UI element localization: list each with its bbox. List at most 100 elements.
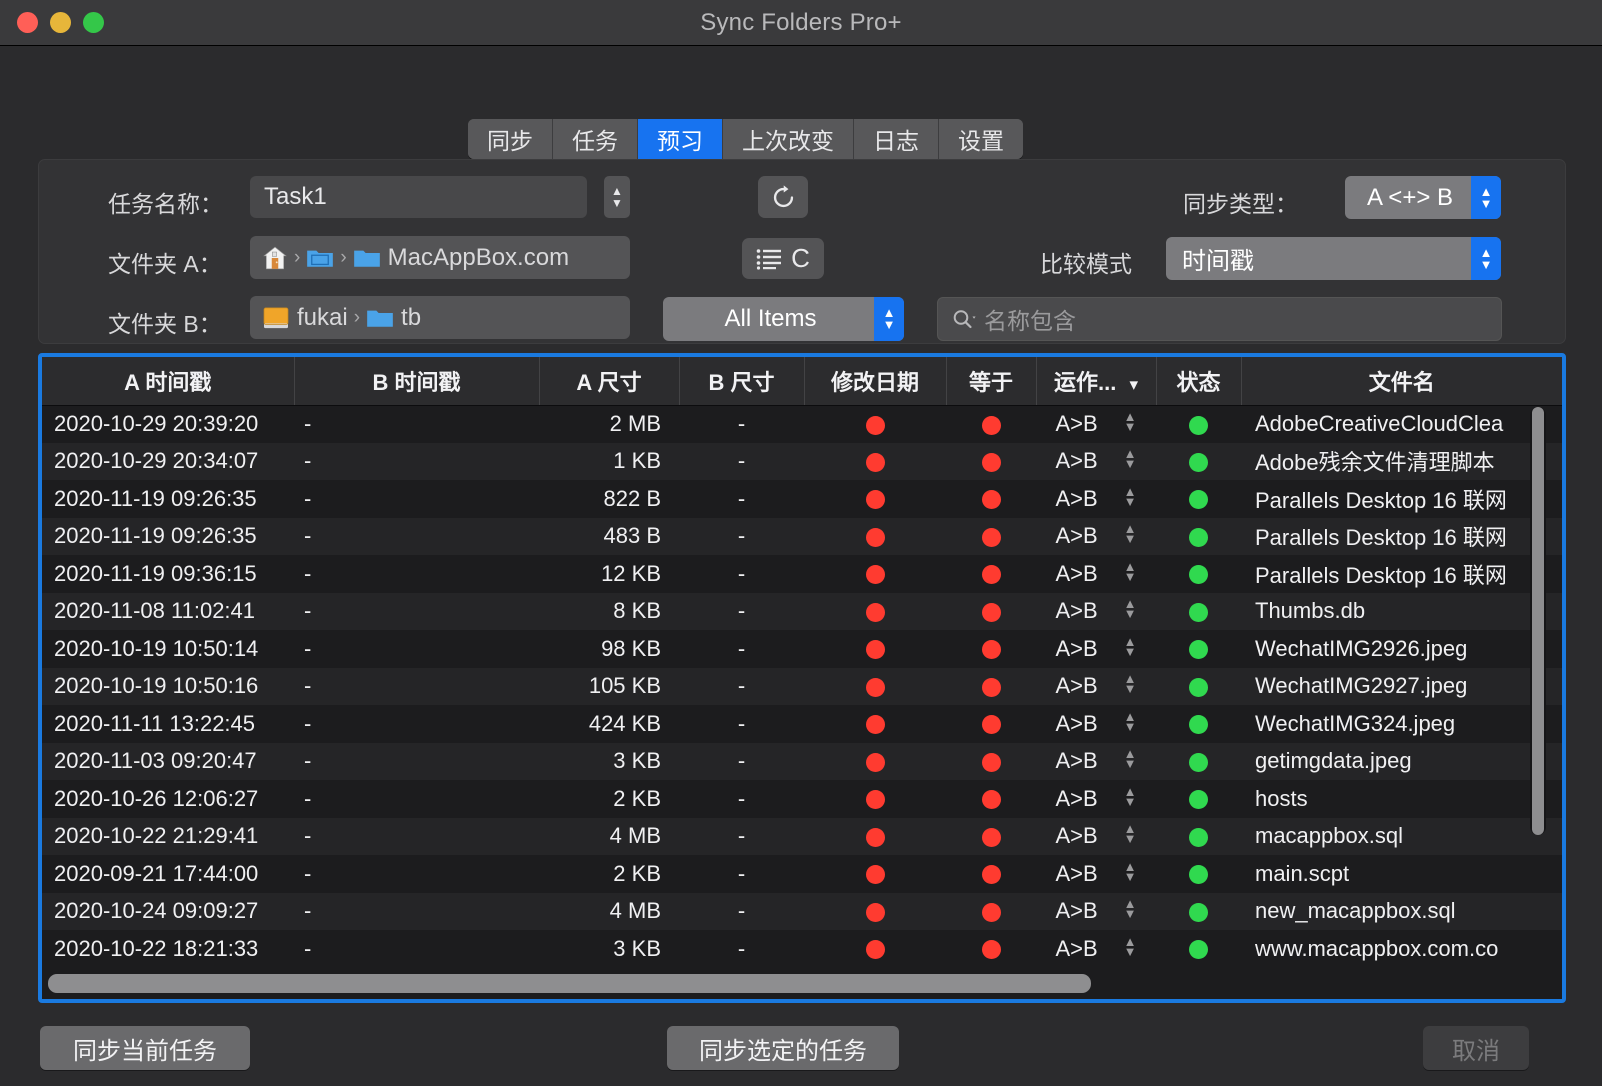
action-stepper-icon[interactable]: ▲ ▼	[1124, 897, 1137, 920]
cell-equal-indicator	[946, 480, 1036, 518]
task-name-input[interactable]: Task1	[250, 176, 587, 218]
column-header-a-timestamp[interactable]: A 时间戳	[42, 357, 295, 406]
minimize-button[interactable]	[50, 12, 71, 33]
cell-equal-indicator	[946, 443, 1036, 481]
action-stepper-icon[interactable]: ▲ ▼	[1124, 635, 1137, 658]
status-dot-red	[865, 415, 885, 435]
table-row[interactable]: 2020-10-29 20:39:20 - 2 MB - A>B ▲ ▼ AdobeCreat…	[42, 405, 1562, 443]
status-dot-red	[981, 565, 1001, 585]
task-name-stepper[interactable]: ▲ ▼	[604, 176, 630, 218]
vertical-scrollbar-thumb[interactable]	[1532, 407, 1544, 835]
action-stepper-icon[interactable]: ▲ ▼	[1124, 485, 1137, 508]
folder-b-path-field[interactable]: fukai › tb	[250, 296, 630, 339]
action-stepper-icon[interactable]: ▲ ▼	[1124, 785, 1137, 808]
status-dot-red	[981, 490, 1001, 510]
action-stepper-icon[interactable]: ▲ ▼	[1124, 597, 1137, 620]
tab-log[interactable]: 日志	[854, 119, 939, 159]
horizontal-scrollbar-thumb[interactable]	[48, 974, 1091, 993]
table-row[interactable]: 2020-11-19 09:36:15 - 12 KB - A>B ▲ ▼ Parallels…	[42, 555, 1562, 593]
vertical-scrollbar[interactable]	[1530, 407, 1546, 835]
column-header-filename[interactable]: 文件名	[1241, 357, 1562, 406]
status-dot-red	[865, 490, 885, 510]
table-row[interactable]: 2020-09-21 17:44:00 - 2 KB - A>B ▲ ▼ main.scpt	[42, 855, 1562, 893]
tab-settings[interactable]: 设置	[939, 119, 1023, 159]
action-stepper-icon[interactable]: ▲ ▼	[1124, 410, 1137, 433]
status-dot-red	[865, 902, 885, 922]
table-row[interactable]: 2020-10-29 20:34:07 - 1 KB - A>B ▲ ▼ Adobe残余文件清…	[42, 442, 1562, 481]
column-header-b-size[interactable]: B 尺寸	[679, 357, 805, 406]
refresh-button[interactable]	[758, 176, 808, 218]
sync-current-task-button[interactable]: 同步当前任务	[40, 1026, 250, 1070]
status-dot-red	[865, 715, 885, 735]
tab-preview[interactable]: 预习	[638, 119, 723, 159]
cell-a-timestamp: 2020-10-24 09:09:27	[54, 898, 259, 924]
cell-filename: hosts	[1255, 785, 1308, 811]
compare-mode-label: 比较模式	[1040, 251, 1132, 277]
action-stepper-icon[interactable]: ▲ ▼	[1124, 710, 1137, 733]
action-direction-label: A>B	[1055, 710, 1098, 736]
path-segment-macappbox[interactable]: MacAppBox.com	[353, 244, 569, 272]
tab-last-change[interactable]: 上次改变	[723, 119, 854, 159]
action-stepper-icon[interactable]: ▲ ▼	[1124, 672, 1137, 695]
items-filter-select[interactable]: All Items ▲ ▼	[663, 297, 904, 341]
external-disk-icon	[263, 306, 289, 328]
action-stepper-icon[interactable]: ▲ ▼	[1124, 935, 1137, 958]
table-row[interactable]: 2020-10-24 09:09:27 - 4 MB - A>B ▲ ▼ new_macapp…	[42, 892, 1562, 930]
path-chevron-icon-1: ›	[294, 246, 301, 268]
column-header-action[interactable]: 运作... ▾	[1036, 357, 1157, 406]
status-dot-red	[981, 640, 1001, 660]
status-dot-green	[1189, 715, 1208, 735]
tab-tasks[interactable]: 任务	[553, 119, 638, 159]
status-dot-green	[1189, 565, 1208, 585]
table-row[interactable]: 2020-11-19 09:26:35 - 822 B - A>B ▲ ▼ Parallels…	[42, 480, 1562, 518]
folder-a-label: 文件夹 A：	[108, 251, 222, 277]
path-segment-documents[interactable]	[306, 247, 334, 269]
table-row[interactable]: 2020-10-22 18:21:33 - 3 KB - A>B ▲ ▼ www.macapp…	[42, 930, 1562, 968]
chevron-down-icon[interactable]: ▾	[1129, 375, 1138, 394]
action-stepper-icon[interactable]: ▲ ▼	[1124, 822, 1137, 845]
path-segment-tb[interactable]: tb	[366, 304, 421, 332]
action-stepper-icon[interactable]: ▲ ▼	[1124, 747, 1137, 770]
cell-a-size: 105 KB	[588, 673, 661, 699]
cell-equal-indicator	[946, 855, 1036, 893]
table-row[interactable]: 2020-10-19 10:50:14 - 98 KB - A>B ▲ ▼ WechatIMG…	[42, 630, 1562, 668]
status-dot-green	[1189, 602, 1208, 622]
action-stepper-icon[interactable]: ▲ ▼	[1124, 522, 1137, 545]
compare-mode-select[interactable]: 时间戳 ▲ ▼	[1166, 237, 1501, 280]
cell-b-timestamp: -	[304, 748, 312, 774]
cell-b-timestamp: -	[304, 935, 312, 961]
cell-modified-indicator	[804, 405, 946, 443]
action-stepper-icon[interactable]: ▲ ▼	[1124, 560, 1137, 583]
table-row[interactable]: 2020-10-22 21:29:41 - 4 MB - A>B ▲ ▼ macappbox.…	[42, 817, 1562, 855]
column-header-a-size[interactable]: A 尺寸	[539, 357, 680, 406]
close-button[interactable]	[17, 12, 38, 33]
path-segment-home[interactable]	[262, 245, 288, 271]
tab-sync[interactable]: 同步	[468, 119, 553, 159]
table-row[interactable]: 2020-11-11 13:22:45 - 424 KB - A>B ▲ ▼ WechatIM…	[42, 705, 1562, 743]
sync-selected-task-button[interactable]: 同步选定的任务	[667, 1026, 899, 1070]
path-segment-disk[interactable]: fukai	[262, 304, 348, 332]
folder-a-name: MacAppBox.com	[387, 243, 570, 271]
table-row[interactable]: 2020-10-19 10:50:16 - 105 KB - A>B ▲ ▼ WechatIM…	[42, 667, 1562, 705]
column-header-b-timestamp[interactable]: B 时间戳	[294, 357, 540, 406]
column-header-equal[interactable]: 等于	[946, 357, 1037, 406]
action-stepper-icon[interactable]: ▲ ▼	[1124, 860, 1137, 883]
cell-b-size: -	[737, 523, 746, 549]
cell-filename: getimgdata.jpeg	[1255, 748, 1412, 774]
action-stepper-icon[interactable]: ▲ ▼	[1124, 447, 1137, 470]
table-row[interactable]: 2020-11-08 11:02:41 - 8 KB - A>B ▲ ▼ Thumbs.db	[42, 592, 1562, 630]
compare-mode-button[interactable]: C	[742, 238, 824, 279]
cell-b-size: -	[737, 748, 746, 774]
zoom-button[interactable]	[83, 12, 104, 33]
column-header-modified[interactable]: 修改日期	[804, 357, 947, 406]
table-row[interactable]: 2020-11-19 09:26:35 - 483 B - A>B ▲ ▼ Parallels…	[42, 517, 1562, 555]
table-row[interactable]: 2020-11-03 09:20:47 - 3 KB - A>B ▲ ▼ getimgdata…	[42, 742, 1562, 780]
cell-b-size: -	[737, 710, 746, 736]
column-header-status[interactable]: 状态	[1156, 357, 1242, 406]
folder-a-path-field[interactable]: › › MacAppBox.com	[250, 236, 630, 279]
table-row[interactable]: 2020-10-26 12:06:27 - 2 KB - A>B ▲ ▼ hosts	[42, 780, 1562, 818]
sync-type-select[interactable]: A <+> B ▲ ▼	[1345, 176, 1501, 219]
stepper-down-icon: ▼	[611, 195, 623, 210]
folder-b-label: 文件夹 B：	[108, 311, 222, 337]
search-field[interactable]: 名称包含	[937, 297, 1502, 341]
